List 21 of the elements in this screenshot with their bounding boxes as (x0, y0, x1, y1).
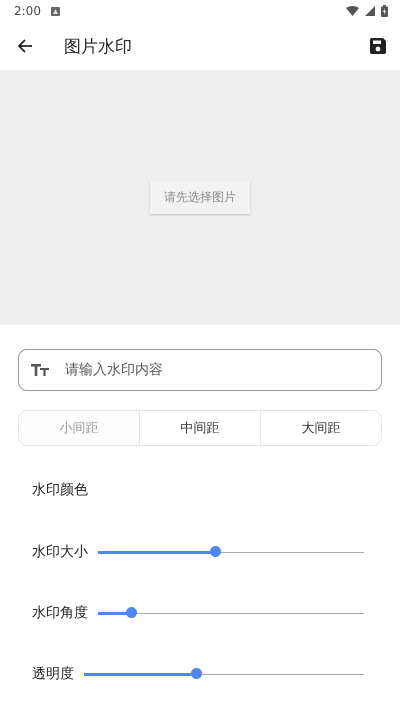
slider-thumb[interactable] (210, 546, 222, 556)
back-arrow-icon[interactable] (17, 38, 33, 54)
slider-label: 水印大小 (32, 542, 88, 560)
notification-icon (50, 6, 60, 16)
slider-label: 透明度 (32, 664, 74, 682)
signal-icon (365, 6, 375, 16)
spacing-tab[interactable]: 大间距 (260, 411, 381, 445)
text-size-icon (31, 364, 49, 376)
slider-thumb[interactable] (191, 668, 202, 678)
slider[interactable] (98, 606, 364, 618)
battery-icon (381, 5, 388, 17)
wifi-icon (346, 6, 359, 16)
page-title: 图片水印 (64, 36, 132, 58)
slider-label: 水印角度 (32, 604, 88, 622)
save-icon[interactable] (369, 37, 387, 55)
slider[interactable] (84, 668, 364, 680)
slider-thumb[interactable] (126, 606, 138, 618)
slider[interactable] (98, 546, 364, 558)
status-time: 2:00 (14, 4, 41, 18)
watermark-text-field[interactable]: 请输入水印内容 (18, 349, 382, 391)
color-label: 水印颜色 (32, 481, 88, 499)
